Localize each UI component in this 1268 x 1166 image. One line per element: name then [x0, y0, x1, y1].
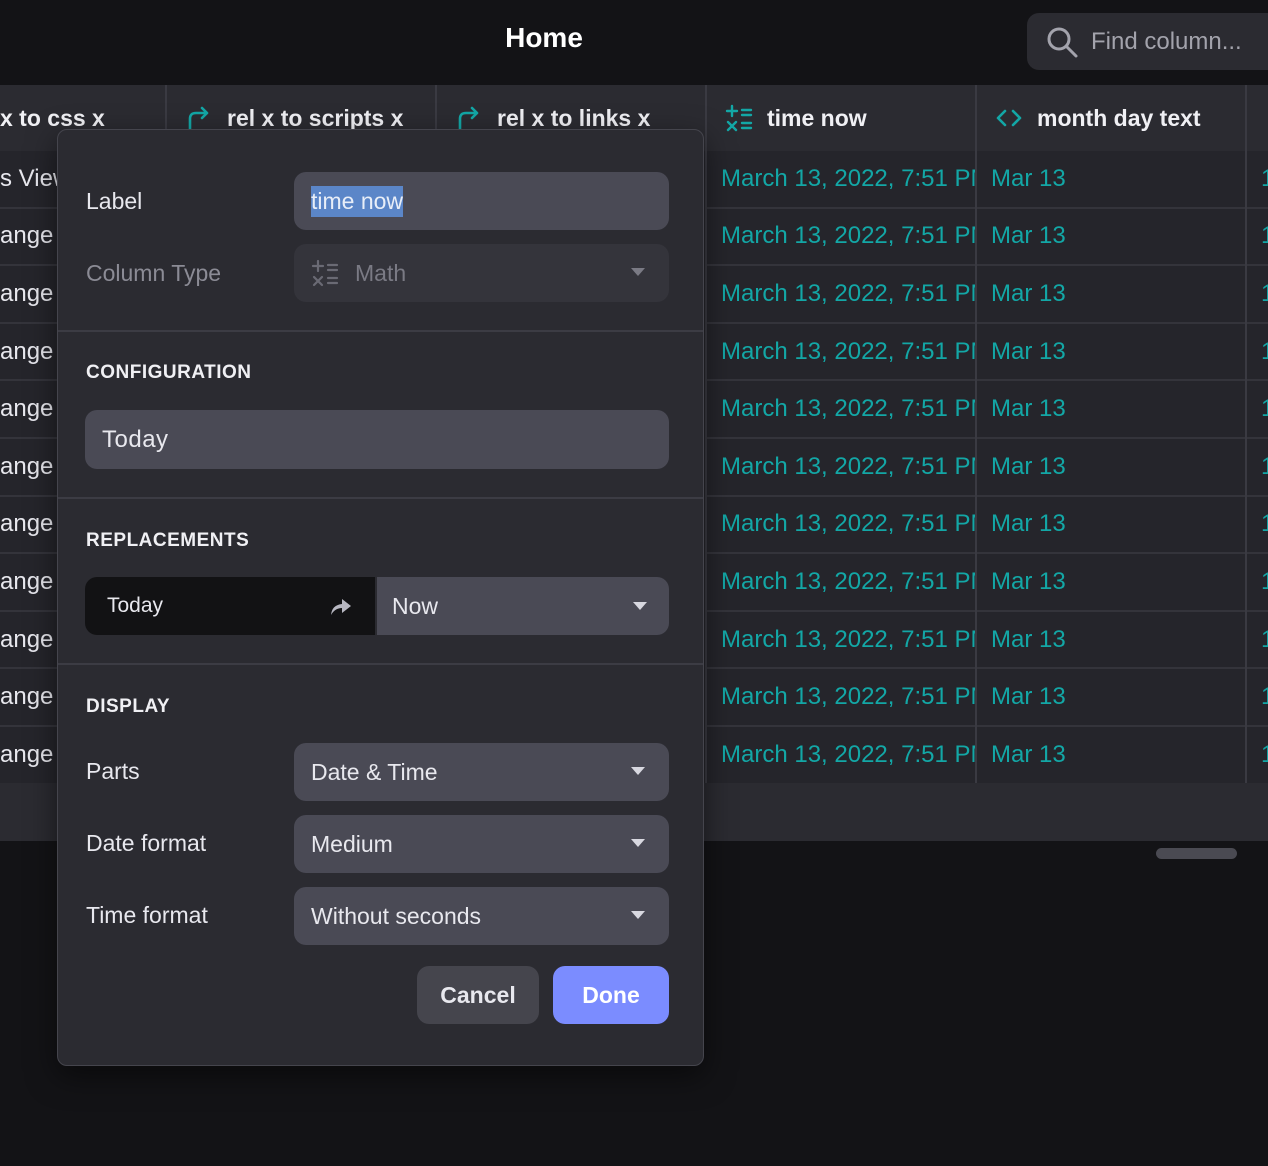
grid-cell[interactable]: Mar 13 — [977, 266, 1245, 324]
grid-cell[interactable]: 1 — [1247, 381, 1268, 439]
grid-cell[interactable]: Mar 13 — [977, 497, 1245, 555]
search-box[interactable] — [1027, 13, 1268, 70]
divider — [58, 663, 703, 665]
relation-arrow-icon — [458, 106, 479, 131]
configuration-value: Today — [102, 425, 169, 453]
configuration-input[interactable]: Today — [85, 410, 669, 469]
divider — [58, 330, 703, 332]
grid-cell[interactable]: Mar 13 — [977, 439, 1245, 497]
grid-cell[interactable]: March 13, 2022, 7:51 PM — [707, 209, 975, 267]
grid-cell[interactable]: 1 — [1247, 497, 1268, 555]
column-time-now: time now March 13, 2022, 7:51 PM March 1… — [707, 85, 977, 841]
chevron-down-icon — [633, 602, 647, 610]
column-header-label: rel x to scripts x — [227, 104, 404, 131]
date-format-select[interactable]: Medium — [294, 815, 669, 873]
grid-cell[interactable]: 1 — [1247, 669, 1268, 727]
column-month-day-text: month day text Mar 13 Mar 13 Mar 13 Mar … — [977, 85, 1247, 841]
column-header-label: rel x to links x — [497, 104, 651, 131]
column-header[interactable] — [1247, 85, 1268, 151]
parts-value: Date & Time — [311, 758, 438, 785]
time-format-value: Without seconds — [311, 902, 482, 929]
grid-cell[interactable]: March 13, 2022, 7:51 PM — [707, 151, 975, 209]
grid-cell[interactable]: March 13, 2022, 7:51 PM — [707, 727, 975, 785]
column-header-label: x to css x — [0, 104, 105, 131]
grid-cell[interactable]: March 13, 2022, 7:51 PM — [707, 324, 975, 382]
parts-select[interactable]: Date & Time — [294, 743, 669, 801]
date-format-value: Medium — [311, 830, 393, 857]
done-button[interactable]: Done — [553, 966, 669, 1024]
column-header[interactable]: time now — [707, 85, 975, 151]
grid-cell[interactable]: March 13, 2022, 7:51 PM — [707, 497, 975, 555]
search-input[interactable] — [1091, 27, 1268, 56]
column-header-label: month day text — [1037, 104, 1201, 131]
column-editor-popover: Label time now Column Type Math CONFIGUR… — [57, 129, 704, 1066]
grid-cell[interactable]: Mar 13 — [977, 381, 1245, 439]
horizontal-scrollbar[interactable] — [1156, 848, 1237, 859]
replacement-target-select[interactable]: Now — [377, 577, 669, 635]
time-format-select[interactable]: Without seconds — [294, 887, 669, 945]
parts-label: Parts — [86, 758, 140, 784]
grid-cell[interactable]: Mar 13 — [977, 554, 1245, 612]
grid-cell[interactable]: March 13, 2022, 7:51 PM — [707, 266, 975, 324]
grid-cell[interactable]: March 13, 2022, 7:51 PM — [707, 612, 975, 670]
forward-arrow-icon — [331, 599, 351, 615]
replacements-heading: REPLACEMENTS — [86, 530, 250, 551]
top-bar: Home — [0, 0, 1268, 85]
replacement-source-label: Today — [107, 594, 164, 617]
grid-cell[interactable]: March 13, 2022, 7:51 PM — [707, 381, 975, 439]
label-input[interactable]: time now — [294, 172, 669, 230]
grid-cell[interactable]: Mar 13 — [977, 151, 1245, 209]
time-format-label: Time format — [86, 902, 208, 928]
divider — [58, 497, 703, 499]
display-heading: DISPLAY — [86, 696, 171, 717]
column-header[interactable]: month day text — [977, 85, 1245, 151]
relation-arrow-icon — [188, 106, 209, 131]
column-type-select: Math — [294, 244, 669, 302]
grid-cell[interactable]: March 13, 2022, 7:51 PM — [707, 669, 975, 727]
replacement-target-value: Now — [392, 592, 439, 619]
column-header-label: time now — [767, 104, 867, 131]
grid-cell[interactable]: March 13, 2022, 7:51 PM — [707, 439, 975, 497]
label-input-value: time now — [311, 185, 404, 217]
chevron-down-icon — [631, 911, 645, 919]
grid-cell[interactable]: March 13, 2022, 7:51 PM — [707, 554, 975, 612]
column-next: 1 1 1 1 1 1 1 1 1 1 1 — [1247, 85, 1268, 841]
code-brackets-icon — [996, 109, 1022, 127]
date-format-label: Date format — [86, 830, 207, 856]
chevron-down-icon — [631, 839, 645, 847]
grid-cell[interactable]: 1 — [1247, 439, 1268, 497]
grid-cell[interactable]: Mar 13 — [977, 324, 1245, 382]
replacement-source[interactable]: Today — [85, 577, 375, 635]
grid-cell[interactable]: Mar 13 — [977, 669, 1245, 727]
grid-cell[interactable]: 1 — [1247, 554, 1268, 612]
grid-cell[interactable]: 1 — [1247, 612, 1268, 670]
grid-cell[interactable]: 1 — [1247, 324, 1268, 382]
search-icon — [1047, 27, 1078, 57]
chevron-down-icon — [631, 767, 645, 775]
cancel-button[interactable]: Cancel — [417, 966, 539, 1024]
grid-cell[interactable]: 1 — [1247, 209, 1268, 267]
page-title: Home — [505, 22, 583, 53]
grid-cell[interactable]: 1 — [1247, 151, 1268, 209]
grid-cell[interactable]: Mar 13 — [977, 209, 1245, 267]
chevron-down-icon — [631, 268, 645, 276]
label-field-label: Label — [86, 188, 143, 214]
grid-cell[interactable]: 1 — [1247, 727, 1268, 785]
grid-cell[interactable]: Mar 13 — [977, 727, 1245, 785]
configuration-heading: CONFIGURATION — [86, 362, 252, 383]
grid-cell[interactable]: 1 — [1247, 266, 1268, 324]
grid-cell[interactable]: Mar 13 — [977, 612, 1245, 670]
math-icon — [725, 104, 753, 132]
column-type-label: Column Type — [86, 260, 222, 286]
math-icon — [311, 259, 339, 287]
column-type-value: Math — [355, 259, 407, 286]
